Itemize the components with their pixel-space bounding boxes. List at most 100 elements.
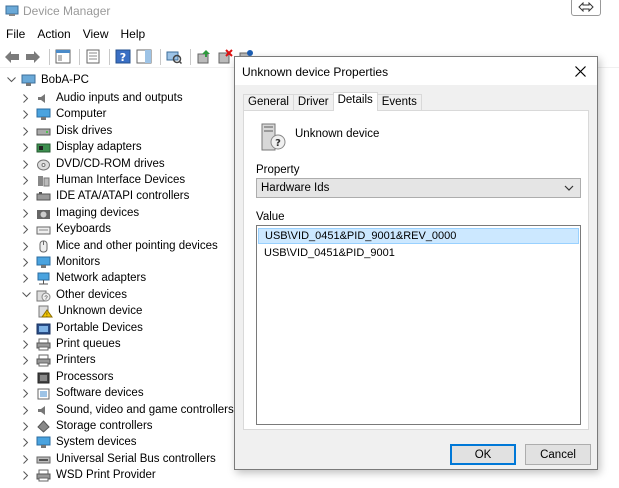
tree-item[interactable]: Display adapters xyxy=(21,139,142,155)
chevron-right-icon[interactable] xyxy=(21,354,31,366)
chevron-down-icon[interactable] xyxy=(21,289,31,301)
chevron-right-icon[interactable] xyxy=(21,108,31,120)
tree-item[interactable]: Storage controllers xyxy=(21,418,153,434)
chevron-right-icon[interactable] xyxy=(21,174,31,186)
chevron-right-icon[interactable] xyxy=(21,404,31,416)
usb-icon xyxy=(36,456,51,463)
chevron-right-icon[interactable] xyxy=(21,141,31,153)
tree-item[interactable]: WSD Print Provider xyxy=(21,467,156,483)
speaker-icon xyxy=(38,93,45,103)
window-title: Device Manager xyxy=(23,4,111,18)
chevron-right-icon[interactable] xyxy=(21,223,31,235)
tree-item[interactable]: Mice and other pointing devices xyxy=(21,238,218,254)
tree-item[interactable]: ? Other devices xyxy=(21,287,127,303)
tree-item[interactable]: DVD/CD-ROM drives xyxy=(21,156,165,172)
tree-item[interactable]: Portable Devices xyxy=(21,320,143,336)
resize-arrows-icon xyxy=(578,2,594,12)
show-hide-tree-icon xyxy=(55,49,71,64)
tree-item[interactable]: ! Unknown device xyxy=(38,303,142,319)
tree-item[interactable]: Processors xyxy=(21,369,114,385)
chevron-right-icon[interactable] xyxy=(21,387,31,399)
tab-driver[interactable]: Driver xyxy=(292,94,334,110)
chevron-right-icon[interactable] xyxy=(21,322,31,334)
tab-general[interactable]: General xyxy=(243,94,294,110)
tree-item[interactable]: Network adapters xyxy=(21,270,146,286)
uninstall-device-button[interactable] xyxy=(216,48,234,66)
back-button[interactable] xyxy=(3,48,21,66)
hid-icon xyxy=(38,175,50,186)
tree-item[interactable]: Sound, video and game controllers xyxy=(21,402,234,418)
restore-button[interactable] xyxy=(571,0,601,16)
menu-bar: File Action View Help xyxy=(0,25,151,45)
tree-root[interactable]: BobA-PC xyxy=(6,72,89,88)
tree-item-label: Disk drives xyxy=(56,125,113,137)
tree-item[interactable]: Disk drives xyxy=(21,123,112,139)
help-button[interactable]: ? xyxy=(114,48,132,66)
chevron-right-icon[interactable] xyxy=(21,436,31,448)
tree-item[interactable]: Software devices xyxy=(21,385,144,401)
cancel-button[interactable]: Cancel xyxy=(525,444,591,465)
dialog-titlebar: Unknown device Properties xyxy=(235,57,597,85)
chevron-right-icon[interactable] xyxy=(21,207,31,219)
dvd-icon xyxy=(37,159,50,170)
toolbar-separator xyxy=(79,48,80,65)
chevron-right-icon[interactable] xyxy=(21,272,31,284)
close-icon xyxy=(574,65,586,77)
tree-item[interactable]: Imaging devices xyxy=(21,205,139,221)
chevron-right-icon[interactable] xyxy=(21,371,31,383)
tree-item-label: Printers xyxy=(56,354,96,366)
tree-item-label: Storage controllers xyxy=(56,420,153,432)
menu-action[interactable]: Action xyxy=(31,25,76,45)
tree-item[interactable]: Human Interface Devices xyxy=(21,172,185,188)
chevron-right-icon[interactable] xyxy=(21,420,31,432)
chevron-right-icon[interactable] xyxy=(21,240,31,252)
chevron-right-icon[interactable] xyxy=(21,125,31,137)
chevron-right-icon[interactable] xyxy=(21,158,31,170)
tree-item[interactable]: Print queues xyxy=(21,336,121,352)
menu-help[interactable]: Help xyxy=(115,25,152,45)
tree-item-label: Software devices xyxy=(56,387,144,399)
tree-item[interactable]: Audio inputs and outputs xyxy=(21,90,183,106)
tab-details[interactable]: Details xyxy=(332,92,378,111)
ok-button[interactable]: OK xyxy=(450,444,516,465)
tree-item-label: WSD Print Provider xyxy=(56,469,156,481)
property-dropdown[interactable]: Hardware Ids xyxy=(256,178,581,198)
tab-events[interactable]: Events xyxy=(376,94,422,110)
chevron-right-icon[interactable] xyxy=(21,190,31,202)
printer-icon xyxy=(36,354,51,366)
menu-file[interactable]: File xyxy=(0,25,31,45)
show-hide-tree-button[interactable] xyxy=(54,48,72,66)
dialog-close-button[interactable] xyxy=(571,62,589,80)
tree-item[interactable]: Universal Serial Bus controllers xyxy=(21,451,216,467)
tree-item[interactable]: Keyboards xyxy=(21,221,111,237)
tab-strip: General Driver Details Events xyxy=(243,92,422,111)
value-label: Value xyxy=(256,211,285,223)
chevron-down-icon[interactable] xyxy=(6,74,16,86)
chevron-right-icon[interactable] xyxy=(21,256,31,268)
toolbar-separator xyxy=(109,48,110,65)
update-driver-button[interactable] xyxy=(195,48,213,66)
scan-hardware-button[interactable] xyxy=(165,48,183,66)
chevron-right-icon[interactable] xyxy=(21,453,31,465)
toolbar-separator xyxy=(190,48,191,65)
action-pane-button[interactable] xyxy=(135,48,153,66)
forward-button[interactable] xyxy=(24,48,42,66)
tree-item[interactable]: Monitors xyxy=(21,254,100,270)
properties-button[interactable] xyxy=(84,48,102,66)
value-item[interactable]: USB\VID_0451&PID_9001&REV_0000 xyxy=(258,228,579,244)
property-selected-value: Hardware Ids xyxy=(261,182,330,194)
tree-item[interactable]: Computer xyxy=(21,106,107,122)
value-item[interactable]: USB\VID_0451&PID_9001 xyxy=(258,245,579,261)
tree-item[interactable]: System devices xyxy=(21,434,137,450)
value-list[interactable]: USB\VID_0451&PID_9001&REV_0000 USB\VID_0… xyxy=(256,225,581,425)
menu-view[interactable]: View xyxy=(77,25,115,45)
tree-item-label: System devices xyxy=(56,436,137,448)
chevron-right-icon[interactable] xyxy=(21,338,31,350)
printer-icon xyxy=(36,469,51,481)
chevron-right-icon[interactable] xyxy=(21,469,31,481)
chevron-right-icon[interactable] xyxy=(21,92,31,104)
tree-item-label: Human Interface Devices xyxy=(56,174,186,186)
tree-item[interactable]: IDE ATA/ATAPI controllers xyxy=(21,188,189,204)
device-name: Unknown device xyxy=(295,128,380,140)
tree-item[interactable]: Printers xyxy=(21,352,96,368)
